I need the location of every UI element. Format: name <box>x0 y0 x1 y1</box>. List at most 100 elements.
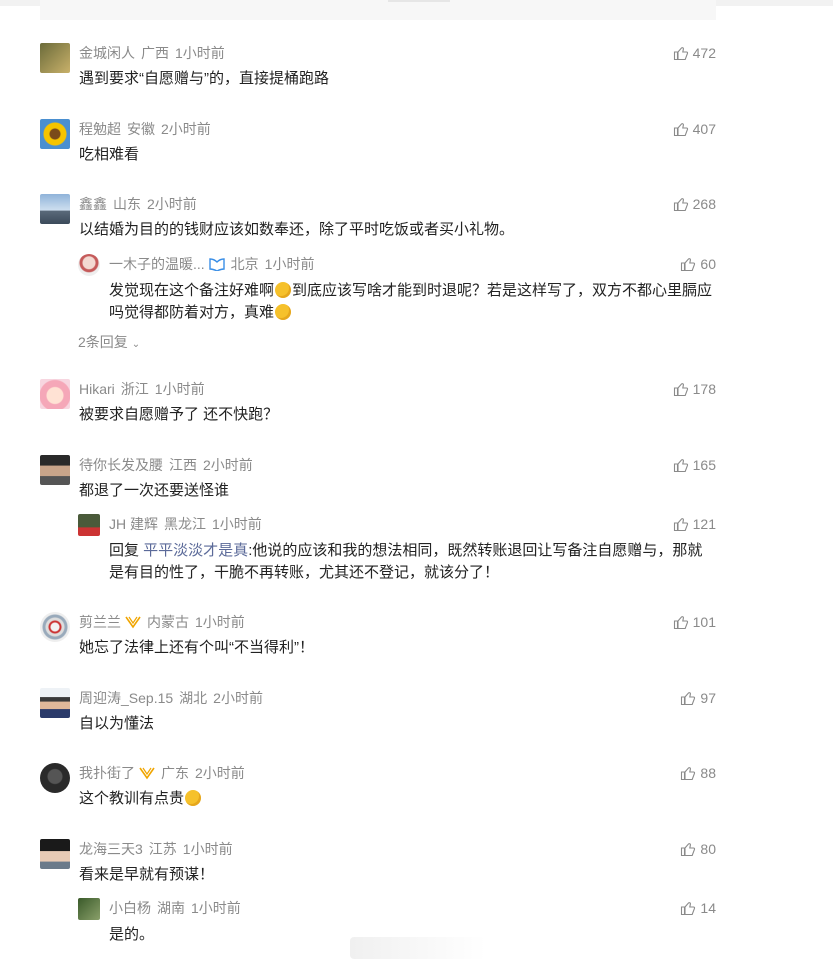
crying-emoji-icon <box>275 304 292 320</box>
like-count: 407 <box>692 121 716 137</box>
like-button[interactable]: 178 <box>673 379 716 399</box>
reply-text-part: 吗觉得都防着对方，真难 <box>109 304 275 321</box>
timestamp: 1小时前 <box>154 381 205 397</box>
avatar[interactable] <box>40 455 70 485</box>
timestamp: 1小时前 <box>195 614 245 630</box>
thumbs-up-icon <box>681 258 696 272</box>
reply-text-part: 是有目的性了，干脆不再转账，尤其还不登记，就该分了！ <box>109 564 500 581</box>
username[interactable]: 待你长发及腰 <box>79 457 163 473</box>
username[interactable]: 一木子的温暖... <box>109 256 205 272</box>
reply-text-part: :他说的应该和我的想法相同，既然转账退回让写备注自愿赠与，那就 <box>248 542 703 559</box>
thumbs-up-icon <box>673 518 688 532</box>
like-button[interactable]: 268 <box>673 194 716 214</box>
username[interactable]: Hikari <box>79 381 115 397</box>
thinking-emoji-icon <box>185 790 202 806</box>
reply-text: 发觉现在这个备注好难啊 到底应该写啥才能到时退呢？若是这样写了，双方不都心里膈应吗… <box>109 280 712 324</box>
like-button[interactable]: 80 <box>680 839 716 859</box>
timestamp: 1小时前 <box>191 900 241 916</box>
region: 山东 <box>113 196 141 212</box>
thumbs-up-icon <box>681 843 696 857</box>
like-count: 121 <box>692 516 716 532</box>
like-count: 268 <box>692 196 716 212</box>
comment-text: 被要求自愿赠予了 还不快跑？ <box>79 406 279 423</box>
avatar[interactable] <box>40 612 70 642</box>
like-button[interactable]: 165 <box>673 455 716 475</box>
username[interactable]: 鑫鑫 <box>79 196 107 212</box>
region: 江苏 <box>148 841 177 857</box>
comment-item: 待你长发及腰 江西 2小时前 165 都退了一次还要送怪谁 <box>40 455 716 505</box>
thumbs-up-icon <box>681 902 696 916</box>
like-button[interactable]: 88 <box>680 763 716 783</box>
reply-item: JH 建辉 黑龙江 1小时前 121 回复 平平淡淡才是真:他说的应该和我的想法相同… <box>78 514 716 584</box>
username[interactable]: 龙海三天3 <box>79 841 143 857</box>
comment-item: 金城闲人 广西 1小时前 472 遇到要求“自愿赠与”的，直接提桶跑路 <box>40 43 716 93</box>
like-button[interactable]: 101 <box>673 612 716 632</box>
like-button[interactable]: 472 <box>673 43 716 63</box>
region: 内蒙古 <box>147 614 189 630</box>
like-button[interactable]: 14 <box>680 898 716 918</box>
like-button[interactable]: 60 <box>680 254 716 274</box>
avatar[interactable] <box>78 514 100 536</box>
vip-badge-icon <box>139 767 155 780</box>
username[interactable]: 周迎涛_Sep.15 <box>79 690 173 706</box>
avatar[interactable] <box>40 119 70 149</box>
sweat-emoji-icon <box>275 282 292 298</box>
avatar[interactable] <box>40 839 70 869</box>
timestamp: 2小时前 <box>147 196 197 212</box>
avatar[interactable] <box>40 194 70 224</box>
comment-text: 自以为懂法 <box>79 715 155 732</box>
like-count: 14 <box>700 900 716 916</box>
comment-item: Hikari 浙江 1小时前 178 被要求自愿赠予了 还不快跑？ <box>40 379 716 429</box>
region: 广西 <box>141 45 169 61</box>
region: 安徽 <box>127 121 155 137</box>
comment-item: 龙海三天3 江苏 1小时前 80 看来是早就有预谋！ <box>40 839 716 889</box>
avatar[interactable] <box>78 254 100 276</box>
reply-item: 一木子的温暖... 北京 1小时前 60 发觉现在这个备注好难啊 到底应该写啥才能到时… <box>78 254 716 324</box>
thumbs-up-icon <box>681 692 696 706</box>
like-button[interactable]: 407 <box>673 119 716 139</box>
username[interactable]: 小白杨 <box>109 900 151 916</box>
comment-text: 都退了一次还要送怪谁 <box>79 482 230 499</box>
region: 湖北 <box>179 690 208 706</box>
timestamp: 1小时前 <box>175 45 225 61</box>
comment-item: 程勉超 安徽 2小时前 407 吃相难看 <box>40 119 716 169</box>
region: 广东 <box>161 765 189 781</box>
top-tab-line <box>388 0 450 2</box>
region: 浙江 <box>120 381 149 397</box>
reply-text: 是的。 <box>109 926 155 943</box>
like-count: 60 <box>700 256 716 272</box>
comment-text-part: 这个教训有点贵 <box>79 790 185 807</box>
thumbs-up-icon <box>673 459 688 473</box>
username[interactable]: 剪兰兰 <box>79 614 121 630</box>
timestamp: 2小时前 <box>161 121 211 137</box>
username[interactable]: 金城闲人 <box>79 45 135 61</box>
more-replies-link[interactable]: 2条回复 ⌄ <box>78 332 140 355</box>
comment-text: 以结婚为目的的钱财应该如数奉还，除了平时吃饭或者买小礼物。 <box>79 221 515 238</box>
comment-item: 周迎涛_Sep.15 湖北 2小时前 97 自以为懂法 <box>40 688 716 738</box>
like-count: 472 <box>692 45 716 61</box>
username[interactable]: 程勉超 <box>79 121 121 137</box>
mention-link[interactable]: 平平淡淡才是真 <box>143 542 248 559</box>
avatar[interactable] <box>40 43 70 73</box>
more-replies-label: 2条回复 <box>78 334 128 350</box>
top-input-area <box>40 0 716 20</box>
like-button[interactable]: 121 <box>673 514 716 534</box>
comment-item: 鑫鑫 山东 2小时前 268 以结婚为目的的钱财应该如数奉还，除了平时吃饭或者买小礼… <box>40 194 716 244</box>
reply-text-part: 到底应该写啥才能到时退呢？若是这样写了，双方不都心里膈应 <box>292 282 713 299</box>
region: 北京 <box>230 256 259 272</box>
like-button[interactable]: 97 <box>680 688 716 708</box>
comment-item: 剪兰兰 内蒙古 1小时前 101 她忘了法律上还有个叫“不当得利”！ <box>40 612 716 662</box>
timestamp: 2小时前 <box>213 690 263 706</box>
avatar[interactable] <box>78 898 100 920</box>
reply-prefix: 回复 <box>109 542 144 559</box>
username[interactable]: JH 建辉 <box>109 516 158 532</box>
like-count: 178 <box>692 381 716 397</box>
avatar[interactable] <box>40 688 70 718</box>
timestamp: 1小时前 <box>264 256 315 272</box>
avatar[interactable] <box>40 379 70 409</box>
username[interactable]: 我扑街了 <box>79 765 135 781</box>
comment-text: 看来是早就有预谋！ <box>79 866 215 883</box>
thumbs-up-icon <box>673 383 688 397</box>
thumbs-up-icon <box>673 198 688 212</box>
avatar[interactable] <box>40 763 70 793</box>
